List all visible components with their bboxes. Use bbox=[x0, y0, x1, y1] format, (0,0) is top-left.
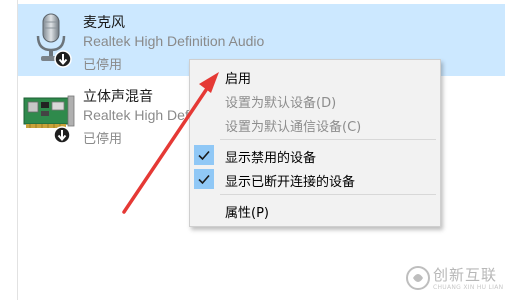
menu-item-enable[interactable]: 启用 bbox=[190, 64, 440, 88]
device-status: 已停用 bbox=[83, 132, 123, 147]
device-status: 已停用 bbox=[83, 58, 123, 73]
menu-item-set-default-communication-device[interactable]: 设置为默认通信设备(C) bbox=[190, 112, 440, 136]
menu-item-label: 设置为默认通信设备(C) bbox=[225, 120, 362, 135]
menu-item-properties[interactable]: 属性(P) bbox=[190, 198, 440, 222]
microphone-icon bbox=[22, 10, 82, 70]
menu-item-show-disabled-devices[interactable]: 显示禁用的设备 bbox=[190, 143, 440, 167]
menu-item-label: 显示禁用的设备 bbox=[225, 151, 317, 166]
menu-item-show-disconnected-devices[interactable]: 显示已断开连接的设备 bbox=[190, 167, 440, 191]
device-name: 立体声混音 bbox=[83, 89, 153, 105]
sound-card-icon bbox=[22, 86, 82, 146]
watermark-subtext: CHUANG XIN HU LIAN bbox=[433, 284, 504, 291]
device-description: Realtek High Definition Audio bbox=[83, 33, 265, 49]
checkmark-icon bbox=[194, 145, 214, 165]
watermark-text: 创新互联 bbox=[433, 266, 498, 284]
menu-item-label: 显示已断开连接的设备 bbox=[225, 175, 356, 190]
menu-separator bbox=[220, 139, 436, 140]
disabled-down-arrow-icon bbox=[54, 50, 72, 68]
menu-item-label: 设置为默认设备(D) bbox=[225, 96, 337, 111]
logo-icon bbox=[406, 266, 430, 290]
menu-item-label: 启用 bbox=[225, 72, 252, 87]
watermark: 创新互联 CHUANG XIN HU LIAN bbox=[403, 258, 505, 298]
menu-item-set-default-device[interactable]: 设置为默认设备(D) bbox=[190, 88, 440, 112]
checkmark-icon bbox=[194, 169, 214, 189]
device-name: 麦克风 bbox=[83, 15, 125, 31]
menu-separator bbox=[220, 194, 436, 195]
menu-item-label: 属性(P) bbox=[225, 206, 269, 221]
device-context-menu: 启用 设置为默认设备(D) 设置为默认通信设备(C) 显示禁用的设备 显示已断开… bbox=[189, 59, 441, 227]
disabled-down-arrow-icon bbox=[53, 126, 71, 144]
